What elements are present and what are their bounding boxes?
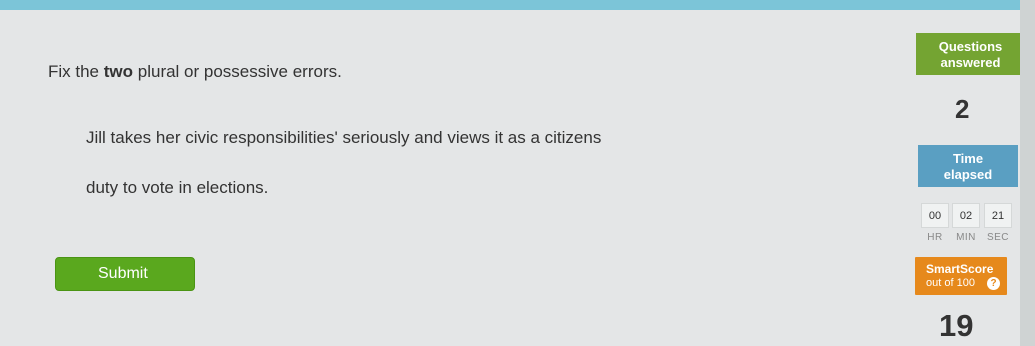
questions-label-2: answered (940, 55, 1001, 70)
time-label-2: elapsed (943, 167, 993, 182)
questions-answered-value: 2 (955, 94, 970, 124)
time-seconds: 21 (984, 203, 1012, 228)
time-seconds-label: SEC (986, 232, 1010, 243)
help-icon[interactable]: ? (987, 277, 1000, 290)
sentence-line-2[interactable]: duty to vote in elections. (86, 178, 268, 198)
practice-panel: Fix the two plural or possessive errors.… (0, 10, 1020, 346)
time-hours: 00 (921, 203, 949, 228)
sentence-line-1[interactable]: Jill takes her civic responsibilities' s… (86, 128, 601, 148)
top-bar (0, 0, 1035, 10)
instructions-bold: two (103, 62, 134, 81)
submit-button[interactable]: Submit (55, 257, 195, 291)
instructions-prefix: Fix the (48, 62, 104, 81)
time-minutes-label: MIN (956, 232, 976, 243)
questions-label-1: Questions (938, 39, 1003, 54)
right-edge (1020, 0, 1035, 346)
smartscore-sub: out of 100 (926, 277, 975, 289)
smartscore-value: 19 (939, 308, 974, 343)
instructions-suffix: plural or possessive errors. (133, 62, 342, 81)
time-elapsed-header: Time elapsed (918, 145, 1018, 187)
instructions: Fix the two plural or possessive errors. (48, 62, 342, 82)
time-label-1: Time (952, 151, 984, 166)
time-hours-label: HR (927, 232, 943, 243)
questions-answered-header: Questions answered (916, 33, 1025, 75)
smartscore-header: SmartScore out of 100 ? (915, 257, 1007, 295)
time-minutes: 02 (952, 203, 980, 228)
smartscore-label: SmartScore (926, 262, 994, 276)
